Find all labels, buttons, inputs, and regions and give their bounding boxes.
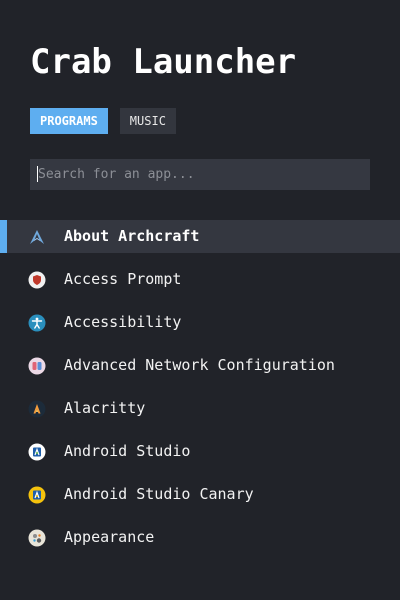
app-item-accessibility[interactable]: Accessibility	[0, 306, 400, 339]
app-item-android-studio[interactable]: Android Studio	[0, 435, 400, 468]
app-title: Crab Launcher	[30, 42, 297, 82]
app-item-label: Advanced Network Configuration	[64, 356, 335, 374]
app-item-access-prompt[interactable]: Access Prompt	[0, 263, 400, 296]
shield-icon	[28, 271, 46, 289]
app-item-label: Accessibility	[64, 313, 182, 331]
accessibility-icon	[28, 314, 46, 332]
android-studio-canary-icon	[28, 486, 46, 504]
app-item-label: About Archcraft	[64, 227, 200, 245]
app-item-label: Alacritty	[64, 399, 146, 417]
app-item-label: Access Prompt	[64, 270, 182, 288]
android-studio-icon	[28, 443, 46, 461]
tab-programs[interactable]: PROGRAMS	[30, 108, 108, 134]
appearance-icon	[28, 529, 46, 547]
network-icon	[28, 357, 46, 375]
text-caret	[37, 166, 38, 182]
app-item-about-archcraft[interactable]: About Archcraft	[0, 220, 400, 253]
app-item-android-studio-canary[interactable]: Android Studio Canary	[0, 478, 400, 511]
app-item-advanced-network-configuration[interactable]: Advanced Network Configuration	[0, 349, 400, 382]
app-item-alacritty[interactable]: Alacritty	[0, 392, 400, 425]
tab-music[interactable]: MUSIC	[119, 108, 176, 134]
app-item-appearance[interactable]: Appearance	[0, 521, 400, 554]
search-input[interactable]	[30, 159, 370, 190]
app-item-label: Appearance	[64, 528, 155, 546]
app-item-label: Android Studio	[64, 442, 191, 460]
archcraft-icon	[28, 228, 46, 246]
alacritty-icon	[28, 400, 46, 418]
tab-bar: PROGRAMS MUSIC	[30, 108, 176, 134]
app-item-label: Android Studio Canary	[64, 485, 254, 503]
app-list: About Archcraft Access Prompt Accessibil…	[0, 220, 400, 564]
